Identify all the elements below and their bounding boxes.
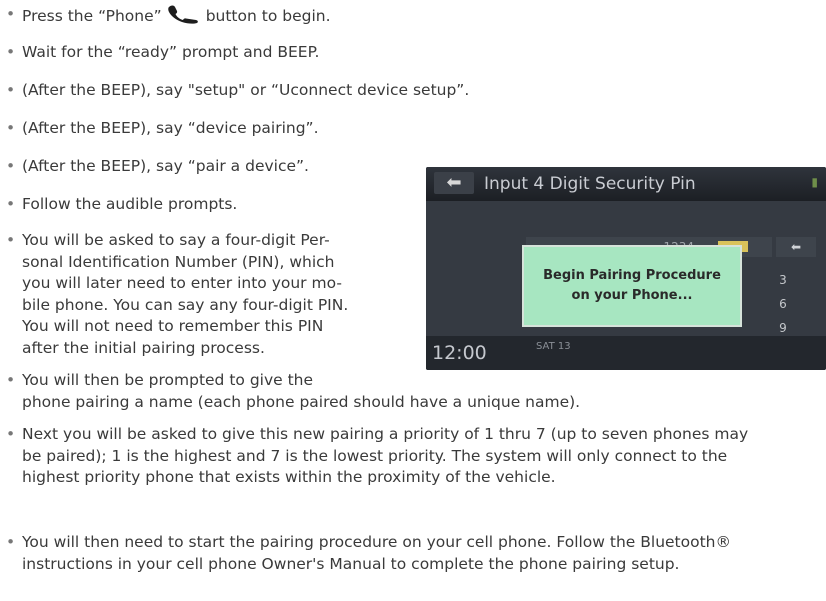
bullet-item-10: • You will then need to start the pairin… <box>0 532 731 575</box>
bullet-text-5: (After the BEEP), say “pair a device”. <box>22 157 309 175</box>
bullet-marker: • <box>6 43 16 61</box>
bullet-text-1a: Press the “Phone” <box>22 7 162 25</box>
phone-icon <box>166 4 200 31</box>
bullet-item-9: • Next you will be asked to give this ne… <box>0 424 748 489</box>
bullet-marker: • <box>6 5 16 23</box>
screen-title: Input 4 Digit Security Pin <box>484 174 696 194</box>
bullet-text-7-line-4: bile phone. You can say any four-digit P… <box>22 295 349 314</box>
screen-header: ⬅ Input 4 Digit Security Pin ▮ <box>426 167 826 201</box>
bullet-text-7-line-5: You will not need to remember this PIN <box>22 317 324 335</box>
bullet-text-9-line-1: Next you will be asked to give this new … <box>22 425 749 443</box>
bullet-text-3: (After the BEEP), say "setup" or “Uconne… <box>22 81 470 99</box>
bullet-marker: • <box>6 533 16 551</box>
bullet-text-9-line-2: be paired); 1 is the highest and 7 is th… <box>22 446 728 465</box>
bullet-text-10-line-1: You will then need to start the pairing … <box>22 533 732 551</box>
dialog-line-1: Begin Pairing Procedure <box>543 268 721 283</box>
uconnect-screen: ⬅ Input 4 Digit Security Pin ▮ 1234 ⬅ 3 … <box>426 167 826 370</box>
bullet-item-2: • Wait for the “ready” prompt and BEEP. <box>0 42 319 64</box>
bullet-text-7-line-3: you will later need to enter into your m… <box>22 274 342 292</box>
bullet-item-3: • (After the BEEP), say "setup" or “Ucon… <box>0 80 469 102</box>
bullet-marker: • <box>6 195 16 213</box>
bullet-text-7-line-6: after the initial pairing process. <box>22 338 265 357</box>
bullet-text-8-line-2: phone pairing a name (each phone paired … <box>22 392 581 411</box>
backspace-icon: ⬅ <box>776 237 816 257</box>
bullet-marker: • <box>6 371 16 389</box>
bullet-marker: • <box>6 425 16 443</box>
bullet-marker: • <box>6 119 16 137</box>
back-arrow-icon: ⬅ <box>434 172 474 194</box>
pairing-dialog: Begin Pairing Procedure on your Phone... <box>522 245 742 327</box>
bullet-item-7: • You will be asked to say a four-digit … <box>0 230 348 359</box>
bullet-text-7-line-1: You will be asked to say a four-digit Pe… <box>22 231 330 249</box>
bullet-text-9-line-3: highest priority phone that exists withi… <box>22 468 556 486</box>
day-label: SAT 13 <box>536 341 571 352</box>
bullet-text-1b: button to begin. <box>205 7 331 25</box>
bullet-text-2: Wait for the “ready” prompt and BEEP. <box>22 43 320 61</box>
bullet-item-1: • Press the “Phone” button to begin. <box>0 4 331 31</box>
dialog-line-2: on your Phone... <box>571 288 693 303</box>
bullet-marker: • <box>6 157 16 175</box>
bullet-text-6: Follow the audible prompts. <box>22 195 238 213</box>
bullet-text-10-line-2: instructions in your cell phone Owner's … <box>22 554 680 573</box>
bullet-marker: • <box>6 231 16 249</box>
bullet-text-7-line-2: sonal Identification Number (PIN), which <box>22 252 335 271</box>
bullet-text-8-line-1: You will then be prompted to give the <box>22 371 314 389</box>
key-6: 6 <box>779 297 787 311</box>
clock: 12:00 <box>432 342 487 364</box>
bullet-item-4: • (After the BEEP), say “device pairing”… <box>0 118 319 140</box>
key-3: 3 <box>779 273 787 287</box>
signal-icon: ▮ <box>811 175 818 189</box>
screen-status-bar: 12:00 SAT 13 <box>426 336 826 370</box>
key-9: 9 <box>779 321 787 335</box>
bullet-item-5: • (After the BEEP), say “pair a device”. <box>0 156 309 178</box>
bullet-item-6: • Follow the audible prompts. <box>0 194 237 216</box>
bullet-item-8: • You will then be prompted to give the … <box>0 370 580 413</box>
bullet-text-4: (After the BEEP), say “device pairing”. <box>22 119 319 137</box>
bullet-marker: • <box>6 81 16 99</box>
